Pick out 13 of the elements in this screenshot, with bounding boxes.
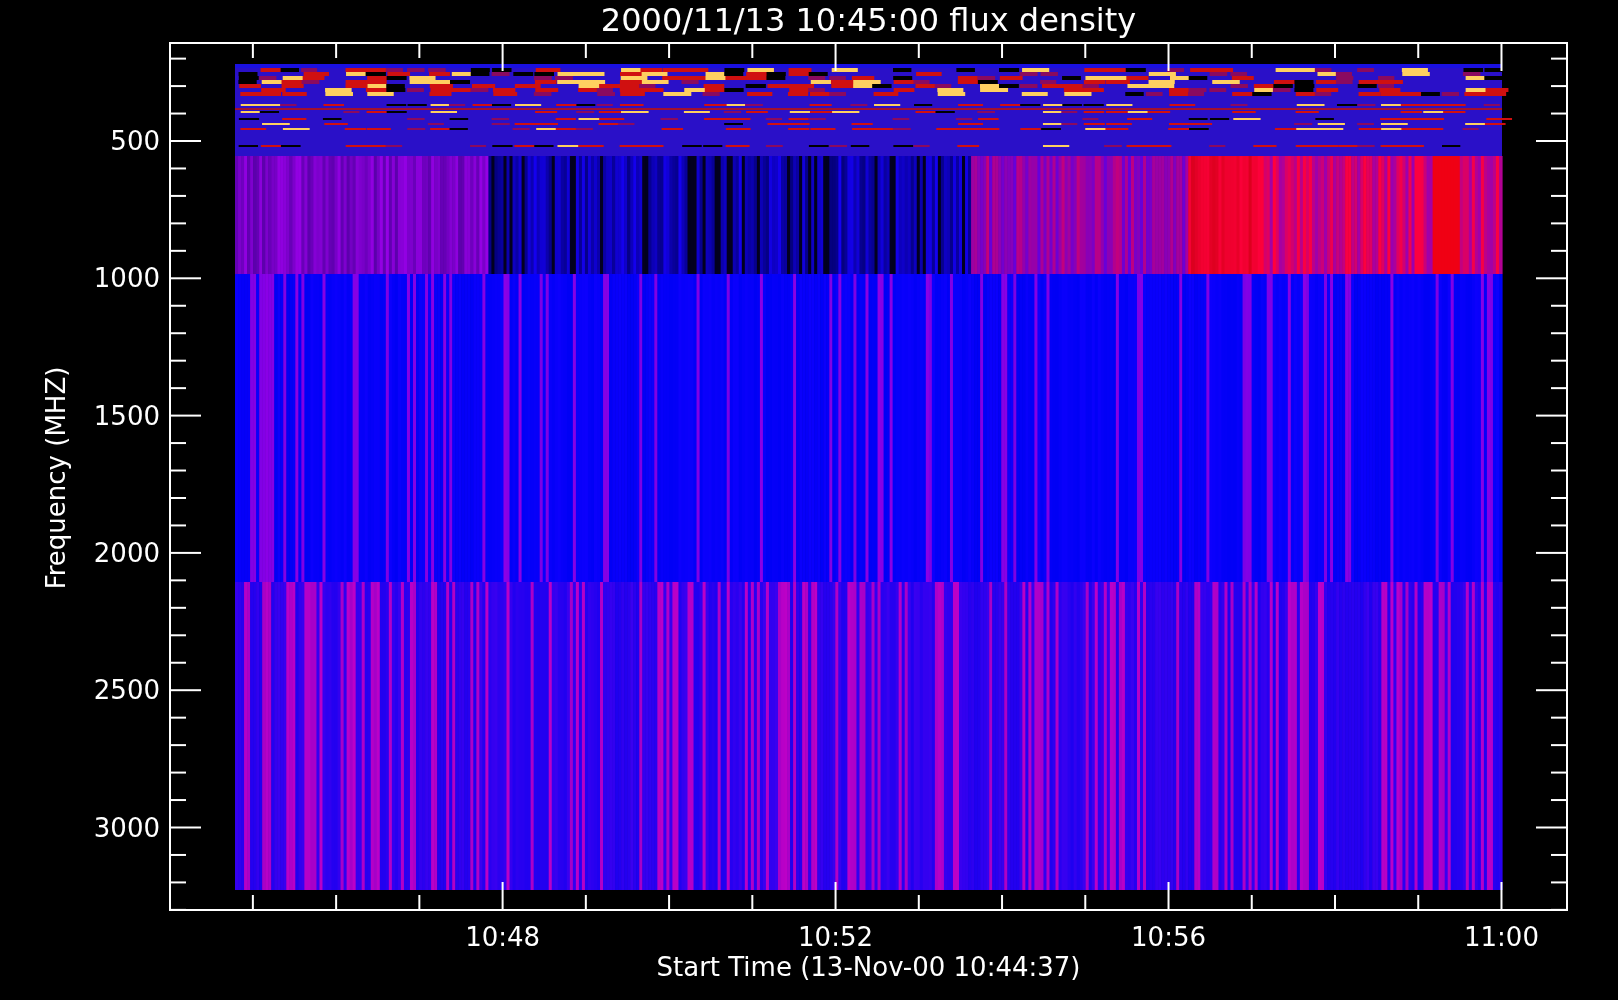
y-tick-label: 1000 [93,263,160,294]
y-tick-label: 500 [110,126,160,156]
x-tick-label: 10:52 [798,922,874,952]
y-tick-label: 3000 [93,812,160,843]
y-tick-label: 2500 [93,675,160,706]
x-tick-label: 10:48 [465,922,541,952]
x-tick-label: 11:00 [1464,922,1539,952]
y-axis-label: Frequency (MHZ) [41,366,71,590]
plot-title: 2000/11/13 10:45:00 flux density [600,1,1137,39]
x-tick-label: 10:56 [1131,922,1206,952]
y-tick-label: 2000 [93,537,160,568]
y-tick-label: 1500 [93,400,160,431]
x-axis-label: Start Time (13-Nov-00 10:44:37) [656,952,1081,982]
